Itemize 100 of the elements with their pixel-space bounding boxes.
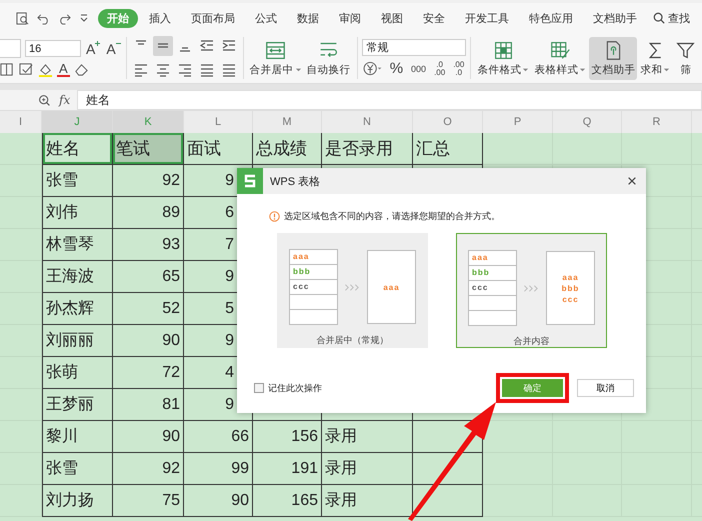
dialog-title: WPS 表格 xyxy=(270,174,322,188)
grid-icon[interactable] xyxy=(492,40,514,60)
menu-tab[interactable]: 视图 xyxy=(372,8,412,28)
chevrons-icon xyxy=(344,282,361,292)
table-cell: 林雪琴 xyxy=(42,229,113,261)
menu-tab[interactable]: 数据 xyxy=(288,8,328,28)
menu-tab[interactable]: 公式 xyxy=(246,8,286,28)
table-cell: 张雪 xyxy=(42,165,113,197)
dialog-message: 选定区域包含不同的内容，请选择您期望的合并方式。 xyxy=(284,210,500,223)
caret-icon[interactable] xyxy=(663,66,670,73)
search-button[interactable]: 查找 xyxy=(666,8,692,28)
header-cell: 姓名 xyxy=(42,133,113,165)
warning-icon xyxy=(269,211,280,222)
table-cell: 89 xyxy=(113,197,184,229)
table-cell: 72 xyxy=(113,357,184,389)
source-cells-drawing: aaa bbb ccc xyxy=(468,250,517,326)
table-cell: 99 xyxy=(184,453,253,485)
table-cell: 张雪 xyxy=(42,453,113,485)
table-cell: 90 xyxy=(113,421,184,453)
table-cell: 刘力扬 xyxy=(42,485,113,517)
font-size-field[interactable]: 16 xyxy=(25,40,81,57)
increase-decimal-button[interactable]: .0 .00 xyxy=(432,60,448,76)
redo-icon[interactable] xyxy=(58,12,71,24)
conditional-format-button[interactable]: 条件格式 xyxy=(477,62,522,76)
formula-input[interactable]: 姓名 xyxy=(77,90,702,110)
header-cell: 总成绩 xyxy=(253,133,322,165)
merged-cell-drawing: aaa xyxy=(367,250,416,324)
cell-style-icon[interactable] xyxy=(19,62,34,77)
table-cell: 黎川 xyxy=(42,421,113,453)
menu-tab[interactable]: 页面布局 xyxy=(182,8,244,28)
table-cell: 92 xyxy=(113,165,184,197)
percent-button[interactable]: % xyxy=(388,60,406,77)
table-cell: 81 xyxy=(113,389,184,421)
dropdown-icon[interactable] xyxy=(79,13,89,23)
table-cell: 156 xyxy=(253,421,322,453)
fill-color-icon[interactable] xyxy=(38,62,53,77)
cancel-button[interactable]: 取消 xyxy=(577,379,634,397)
table-cell: 孙杰辉 xyxy=(42,293,113,325)
table-cell: 75 xyxy=(113,485,184,517)
source-cells-drawing: aaa bbb ccc xyxy=(289,249,338,325)
merge-cells-icon[interactable] xyxy=(265,40,286,60)
font-name-field[interactable] xyxy=(0,39,21,58)
menu-tab[interactable]: 开发工具 xyxy=(456,8,518,28)
caret-icon[interactable] xyxy=(294,66,302,73)
close-icon[interactable] xyxy=(627,176,637,186)
table-cell: 66 xyxy=(184,421,253,453)
column-header[interactable]: P xyxy=(483,111,553,133)
merge-option-card[interactable]: aaa bbb ccc aaa bbb ccc 合并内容 xyxy=(456,233,607,348)
table-cell: 王海波 xyxy=(42,261,113,293)
plus-icon xyxy=(95,40,100,46)
table-cell: 张萌 xyxy=(42,357,113,389)
border-icon[interactable] xyxy=(0,62,15,77)
caret-icon[interactable] xyxy=(579,66,586,73)
caret-icon[interactable] xyxy=(522,66,530,73)
thousands-separator-button[interactable]: 000 xyxy=(409,64,428,74)
eraser-icon[interactable] xyxy=(74,62,89,77)
menu-tab[interactable]: 安全 xyxy=(414,8,454,28)
document-helper-button[interactable]: 文档助手 xyxy=(591,62,636,76)
menu-tab[interactable]: 插入 xyxy=(140,8,180,28)
header-cell: 是否录用 xyxy=(322,133,413,165)
table-cell: 165 xyxy=(253,485,322,517)
header-cell: 汇总 xyxy=(413,133,483,165)
search-icon[interactable] xyxy=(653,12,665,24)
currency-icon[interactable] xyxy=(362,61,384,76)
sum-button[interactable]: 求和 xyxy=(640,62,662,76)
column-header[interactable]: Q xyxy=(553,111,622,133)
menu-tab[interactable]: 文档助手 xyxy=(584,8,646,28)
chevrons-icon xyxy=(523,284,540,292)
merge-center-button[interactable]: 合并居中 xyxy=(250,62,294,76)
table-style-button[interactable]: 表格样式 xyxy=(534,62,578,76)
undo-icon[interactable] xyxy=(37,12,50,24)
remember-checkbox[interactable]: 记住此次操作 xyxy=(254,382,496,394)
table-pen-icon[interactable] xyxy=(550,40,571,60)
menu-tab[interactable]: 审阅 xyxy=(330,8,370,28)
filter-button[interactable]: 筛 xyxy=(680,62,692,76)
decrease-decimal-button[interactable]: .00 .0 xyxy=(451,60,466,76)
table-cell: 90 xyxy=(184,485,253,517)
table-cell: 录用 xyxy=(322,421,413,453)
table-cell: 191 xyxy=(253,453,322,485)
merge-option-card[interactable]: aaa bbb ccc aaa 合并居中（常规） xyxy=(277,233,428,348)
table-cell: 王梦丽 xyxy=(42,389,113,421)
table-cell: 刘伟 xyxy=(42,197,113,229)
option-label: 合并内容 xyxy=(514,335,550,348)
function-label[interactable]: fx xyxy=(59,93,70,107)
shrink-font-button[interactable]: A xyxy=(105,40,122,56)
table-cell: 录用 xyxy=(322,453,413,485)
align-middle-icon[interactable] xyxy=(152,36,173,56)
header-cell: 面试 xyxy=(184,133,253,165)
table-cell: 52 xyxy=(113,293,184,325)
menu-tab[interactable]: 特色应用 xyxy=(520,8,582,28)
wrap-text-button[interactable]: 自动换行 xyxy=(306,62,351,76)
print-preview-icon[interactable] xyxy=(16,12,29,24)
zoom-icon[interactable] xyxy=(38,94,51,106)
font-color-button[interactable]: A xyxy=(57,62,70,77)
header-cell: 笔试 xyxy=(113,133,184,165)
grow-font-button[interactable]: A xyxy=(85,40,102,56)
column-header[interactable]: R xyxy=(622,111,692,133)
table-cell: 92 xyxy=(113,453,184,485)
minus-icon xyxy=(116,40,121,46)
number-format-dropdown[interactable]: 常规 xyxy=(362,39,466,56)
